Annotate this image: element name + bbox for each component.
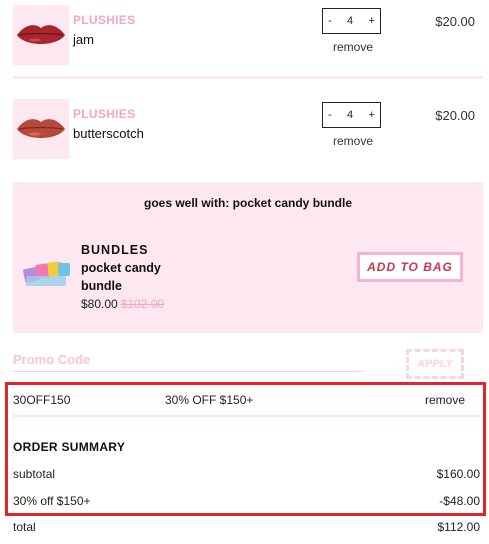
remove-promo-link[interactable]: remove [425,393,465,407]
bundle-image[interactable] [22,258,72,290]
remove-link[interactable]: remove [333,134,373,148]
bundle-price: $80.00 [81,297,118,311]
cart-item: PLUSHIES jam - 4 + remove $20.00 [13,5,483,65]
applied-promo-code: 30OFF150 [13,393,71,407]
increment-button[interactable]: + [369,109,375,121]
applied-promo-row: 30OFF150 30% OFF $150+ remove [13,393,480,407]
bundle-brand: BUNDLES [81,243,149,257]
item-price: $20.00 [435,14,475,29]
bundle-price-row: $80.00 $102.00 [81,295,191,313]
apply-button[interactable]: APPLY [406,349,464,379]
promo-code-label: Promo Code [13,352,91,367]
quantity-stepper: - 4 + [322,8,381,34]
promo-code-input[interactable] [13,371,363,372]
bundle-name[interactable]: pocket candy bundle [81,259,191,295]
applied-promo-description: 30% OFF $150+ [165,393,254,407]
discount-value: -$48.00 [439,494,480,508]
item-name[interactable]: jam [73,32,94,47]
increment-button[interactable]: + [369,15,375,27]
item-name[interactable]: butterscotch [73,126,144,141]
quantity-value[interactable]: 4 [347,109,353,121]
discount-label: 30% off $150+ [13,494,91,508]
quantity-value[interactable]: 4 [347,15,353,27]
cart-item: PLUSHIES butterscotch - 4 + remove $20.0… [13,99,483,159]
product-image[interactable] [13,99,69,159]
lips-icon [17,25,65,44]
order-summary-title: ORDER SUMMARY [13,440,126,454]
item-brand: PLUSHIES [73,13,136,27]
divider [13,415,480,417]
add-to-bag-button[interactable]: ADD TO BAG [357,252,463,282]
quantity-stepper: - 4 + [322,102,381,128]
item-brand: PLUSHIES [73,107,136,121]
decrement-button[interactable]: - [328,15,332,27]
total-label: total [13,520,36,534]
total-value: $112.00 [437,520,481,534]
lips-icon [17,119,65,138]
subtotal-value: $160.00 [436,467,480,481]
upsell-panel: goes well with: pocket candy bundle BUND… [13,182,483,333]
divider [13,76,483,79]
remove-link[interactable]: remove [333,40,373,54]
product-image[interactable] [13,5,69,65]
bundle-info: BUNDLES pocket candy bundle $80.00 $102.0… [81,241,191,313]
decrement-button[interactable]: - [328,109,332,121]
upsell-title: goes well with: pocket candy bundle [143,196,353,210]
bundle-original-price: $102.00 [120,297,165,311]
total-row: total $112.00 [13,520,480,534]
subtotal-label: subtotal [13,467,56,481]
discount-row: 30% off $150+ -$48.00 [13,494,480,508]
item-price: $20.00 [435,108,475,123]
subtotal-row: subtotal $160.00 [13,467,480,481]
